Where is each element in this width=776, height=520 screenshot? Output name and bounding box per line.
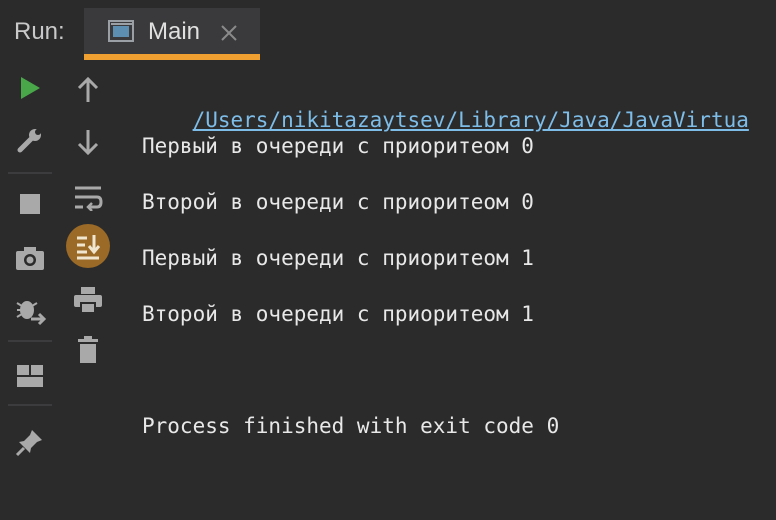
- console-line: Первый в очереди с приоритеом 0: [142, 134, 534, 158]
- stop-icon[interactable]: [12, 186, 48, 222]
- up-arrow-icon[interactable]: [70, 72, 106, 108]
- print-icon[interactable]: [70, 282, 106, 318]
- rerun-icon[interactable]: [12, 70, 48, 106]
- scroll-to-end-icon[interactable]: [66, 224, 110, 268]
- toolbar-separator: [8, 404, 52, 406]
- down-arrow-icon[interactable]: [70, 124, 106, 160]
- toolbar-separator: [8, 172, 52, 174]
- console-line: Первый в очереди с приоритеом 1: [142, 246, 534, 270]
- trash-icon[interactable]: [70, 332, 106, 368]
- wrench-icon[interactable]: [12, 122, 48, 158]
- console-output: /Users/nikitazaytsev/Library/Java/JavaVi…: [142, 70, 776, 438]
- close-icon[interactable]: [218, 22, 240, 44]
- layout-icon[interactable]: [12, 358, 48, 394]
- java-path-link[interactable]: /Users/nikitazaytsev/Library/Java/JavaVi…: [193, 108, 749, 132]
- window-icon: [108, 20, 136, 44]
- exit-message: Process finished with exit code 0: [142, 414, 560, 438]
- tab-active-indicator: [84, 54, 260, 60]
- camera-icon[interactable]: [12, 240, 48, 276]
- console-line: Второй в очереди с приоритеом 0: [142, 190, 534, 214]
- tab-main-label: Main: [148, 18, 201, 45]
- run-tool-window-header: Run: Main: [0, 0, 776, 64]
- toolbar-separator: [8, 340, 52, 342]
- console-line: Второй в очереди с приоритеом 1: [142, 302, 534, 326]
- debug-exit-icon[interactable]: [12, 292, 48, 328]
- run-label: Run:: [14, 18, 65, 45]
- pin-icon[interactable]: [12, 424, 48, 460]
- soft-wrap-icon[interactable]: [70, 180, 106, 216]
